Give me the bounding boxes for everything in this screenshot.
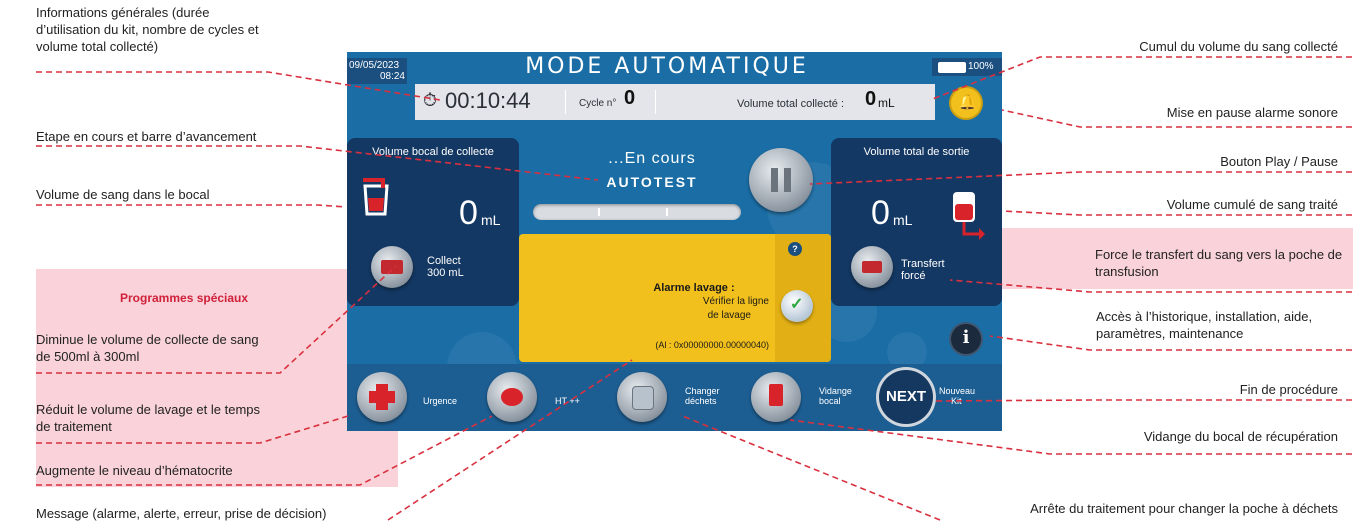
medical-cross-icon-bar (369, 391, 395, 403)
collection-jar-icon (363, 178, 389, 216)
alarm-message-box: Alarme lavage : Vérifier la ligne de lav… (519, 234, 831, 362)
left-volume-value: 0 (459, 194, 478, 232)
collect-300-button[interactable] (371, 246, 413, 288)
annotation-force-transfert: Force le transfert du sang vers la poche… (1095, 247, 1343, 279)
screen-title: MODE AUTOMATIQUE (525, 54, 809, 79)
annotation-volume-cumule: Volume cumulé de sang traité (1166, 197, 1338, 212)
check-icon: ✓ (790, 296, 804, 313)
info-divider (565, 90, 566, 114)
special-programs-title: Programmes spéciaux (120, 291, 249, 305)
cycle-value: 0 (624, 87, 636, 109)
progress-bar (533, 204, 741, 220)
collect-label-2: 300 mL (427, 267, 464, 279)
annotation-diminue: Diminue le volume de collecte de sang de… (36, 332, 259, 364)
pause-icon (771, 168, 778, 192)
annotation-acces: Accès à l’historique, installation, aide… (1096, 309, 1313, 341)
collect-icon (381, 260, 403, 274)
annotation-fin-procedure: Fin de procédure (1239, 382, 1338, 397)
force-transfer-button[interactable] (851, 246, 893, 288)
ht-plus-label: HT ++ (555, 396, 580, 406)
annotation-pause-alarme: Mise en pause alarme sonore (1166, 105, 1338, 120)
drain-jar-icon (769, 384, 783, 406)
info-divider (655, 90, 656, 114)
annotation-etape: Etape en cours et barre d’avancement (36, 129, 257, 144)
nouveau-label-2: Kit (951, 396, 962, 406)
timer-value: 00:10:44 (445, 88, 531, 113)
transfer-label-1: Transfert (901, 258, 945, 270)
help-icon: ? (792, 244, 798, 254)
info-icon: i (962, 327, 970, 348)
changer-dechets-button[interactable] (617, 372, 667, 422)
blood-cells-icon (501, 388, 523, 406)
next-button[interactable]: NEXT (879, 370, 933, 424)
leader-volume-bocal (36, 204, 347, 208)
play-pause-button[interactable] (749, 148, 813, 212)
annotation-vidange: Vidange du bocal de récupération (1143, 429, 1338, 444)
annotation-augmente: Augmente le niveau d’hématocrite (36, 463, 233, 478)
alarm-line-2: de lavage (707, 310, 751, 321)
left-volume-unit: mL (481, 212, 501, 228)
cycle-label: Cycle n° (579, 98, 617, 109)
waste-bag-icon (632, 386, 654, 410)
stopwatch-icon: ⏱ (423, 90, 438, 110)
changer-label-2: déchets (685, 396, 717, 406)
progress-tick (598, 208, 600, 216)
annotation-infos-generales: Informations générales (durée d’utilisat… (36, 5, 259, 54)
general-info-bar: ⏱ 00:10:44 Cycle n° 0 Volume total colle… (415, 84, 935, 120)
annotation-volume-bocal: Volume de sang dans le bocal (36, 187, 210, 202)
volume-total-unit: mL (878, 96, 895, 110)
vidange-bocal-button[interactable] (751, 372, 801, 422)
urgence-label: Urgence (423, 396, 458, 406)
status-line: ...En cours (608, 150, 696, 167)
help-button[interactable]: ? (788, 242, 802, 256)
alarm-mute-button[interactable]: 🔔 (951, 88, 981, 118)
collect-label-1: Collect (427, 255, 461, 267)
nouveau-label-1: Nouveau (939, 386, 976, 396)
acknowledge-button[interactable]: ✓ (781, 290, 813, 322)
vidange-label-1: Vidange (819, 386, 852, 396)
ht-plus-button[interactable] (487, 372, 537, 422)
annotation-arret-traitement: Arrête du traitement pour changer la poc… (1030, 501, 1338, 516)
battery-icon (938, 62, 966, 73)
battery-indicator: 100% (932, 58, 1002, 76)
transfer-label-2: forcé (901, 270, 926, 282)
right-volume-panel: Volume total de sortie 0 mL Transfert fo… (831, 138, 1002, 306)
annotation-cumul-volume: Cumul du volume du sang collecté (1139, 39, 1338, 54)
alarm-line-1: Vérifier la ligne (702, 296, 769, 307)
alarm-code: (Al : 0x00000000.00000040) (655, 340, 769, 350)
annotation-play-pause: Bouton Play / Pause (1220, 154, 1338, 169)
device-screen: 09/05/2023 08:24 MODE AUTOMATIQUE 100% ⏱… (347, 52, 1002, 431)
progress-tick (666, 208, 668, 216)
blood-bag-icon (953, 192, 985, 240)
time-text: 08:24 (379, 71, 405, 82)
bottom-toolbar: Urgence HT ++ Changer déchets Vidange bo… (347, 364, 1002, 431)
pause-icon (784, 168, 791, 192)
annotation-reduit: Réduit le volume de lavage et le temps d… (36, 402, 261, 434)
info-button[interactable]: i (951, 324, 981, 354)
right-volume-value: 0 (871, 194, 890, 232)
left-panel-title: Volume bocal de collecte (372, 146, 494, 158)
left-volume-panel: Volume bocal de collecte 0 mL Collect 30… (347, 138, 519, 306)
volume-total-label: Volume total collecté : (737, 98, 845, 110)
transfer-icon (862, 261, 882, 273)
volume-total-value: 0 (865, 88, 877, 110)
changer-label-1: Changer (685, 386, 720, 396)
annotation-message: Message (alarme, alerte, erreur, prise d… (36, 506, 327, 521)
battery-percent: 100% (968, 61, 994, 72)
bell-icon: 🔔 (958, 94, 977, 111)
date-time-display: 09/05/2023 08:24 (347, 58, 407, 84)
urgence-button[interactable] (357, 372, 407, 422)
vidange-label-2: bocal (819, 396, 841, 406)
right-volume-unit: mL (893, 212, 913, 228)
alarm-title: Alarme lavage : (653, 282, 735, 294)
right-panel-title: Volume total de sortie (863, 146, 970, 158)
status-step: AUTOTEST (606, 174, 698, 190)
next-label: NEXT (885, 388, 926, 405)
